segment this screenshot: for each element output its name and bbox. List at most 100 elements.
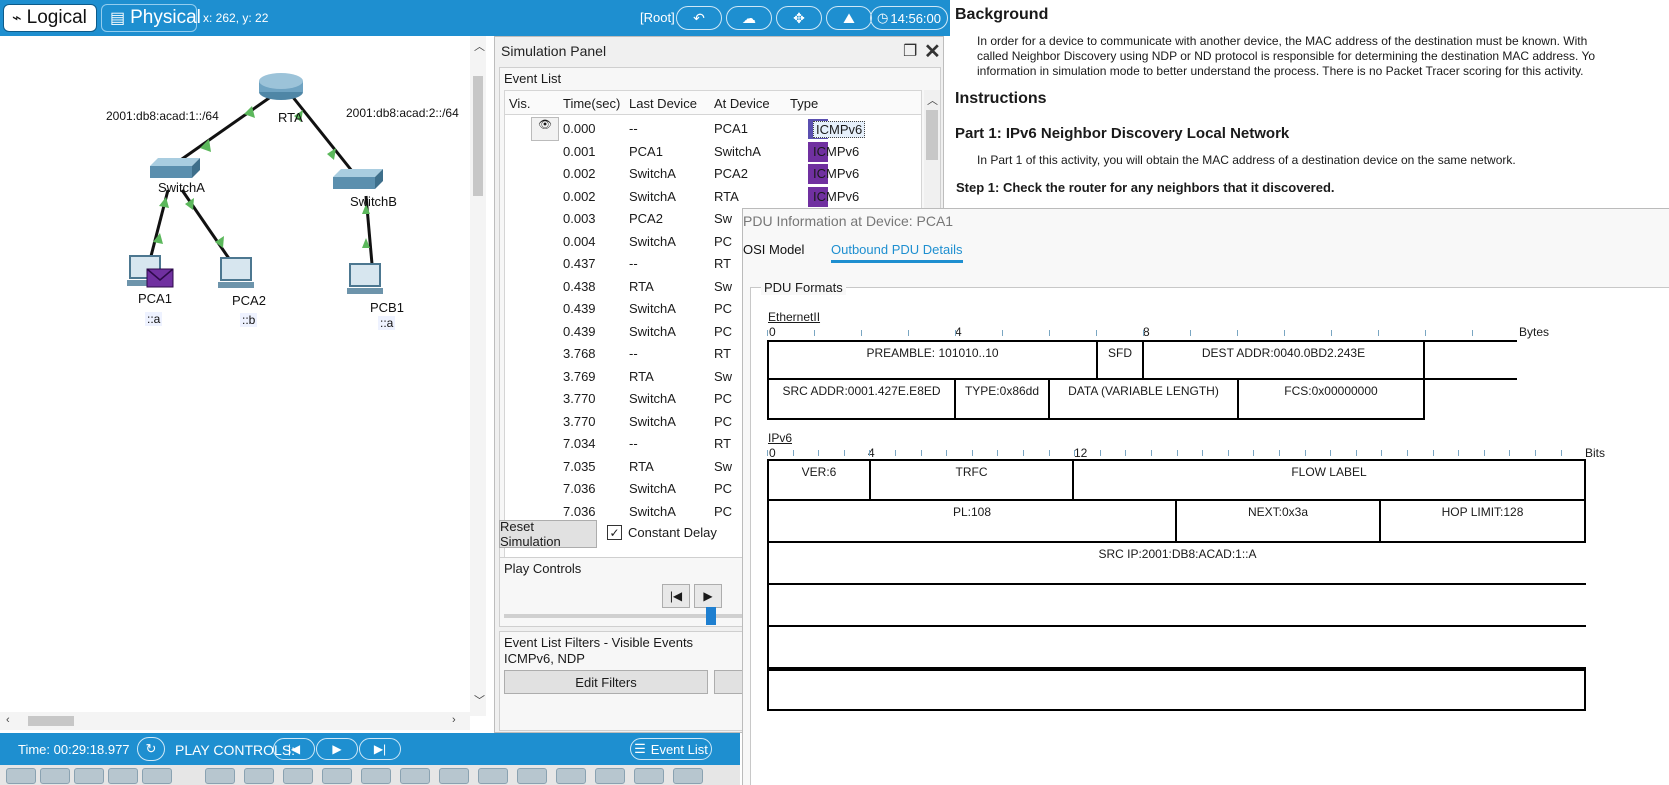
scroll-thumb[interactable]: [926, 110, 938, 160]
device-label-switchb[interactable]: SwitchB: [350, 194, 397, 209]
cluster-button[interactable]: ☁: [726, 6, 772, 30]
ruler-tick: [1227, 450, 1229, 456]
device-label-switcha[interactable]: SwitchA: [158, 180, 205, 195]
sim-clock[interactable]: ◷ 14:56:00: [870, 6, 948, 30]
col-header-vis[interactable]: Vis.: [509, 96, 530, 111]
scroll-thumb[interactable]: [473, 76, 483, 196]
device-thumb[interactable]: [108, 768, 138, 784]
tab-outbound-pdu-details[interactable]: Outbound PDU Details: [831, 242, 963, 263]
event-at-device: PC: [714, 391, 733, 406]
show-all-none-button[interactable]: [714, 670, 744, 694]
event-at-device: PC: [714, 481, 733, 496]
device-thumb[interactable]: [74, 768, 104, 784]
event-row[interactable]: 0.002 SwitchA PCA2 ICMPv6: [505, 162, 921, 186]
device-thumb[interactable]: [478, 768, 508, 784]
device-thumb[interactable]: [439, 768, 469, 784]
scroll-up-icon[interactable]: ︿: [474, 38, 485, 54]
col-header-at-device[interactable]: At Device: [714, 96, 770, 111]
power-cycle-button[interactable]: ↻: [137, 737, 165, 761]
field-type: TYPE:0x86dd: [954, 380, 1050, 420]
back-step-button[interactable]: |◀: [273, 738, 315, 760]
event-row[interactable]: 0.002 SwitchA RTA ICMPv6: [505, 185, 921, 209]
scroll-down-icon[interactable]: ﹀: [474, 692, 485, 708]
constant-delay-checkbox[interactable]: ✓ Constant Delay: [607, 525, 717, 540]
device-thumb[interactable]: [634, 768, 664, 784]
device-label-pcb1[interactable]: PCB1: [370, 300, 404, 315]
device-thumb[interactable]: [205, 768, 235, 784]
event-row[interactable]: 👁 0.000 -- PCA1 ICMPv6: [505, 117, 921, 141]
col-header-type[interactable]: Type: [790, 96, 818, 111]
device-thumb[interactable]: [556, 768, 586, 784]
instructions-heading: Instructions: [955, 90, 1047, 107]
filters-value: ICMPv6, NDP: [504, 651, 585, 666]
edit-filters-button[interactable]: Edit Filters: [504, 670, 708, 694]
device-thumb[interactable]: [322, 768, 352, 784]
col-header-last-device[interactable]: Last Device: [629, 96, 697, 111]
skip-back-icon: |◀: [287, 742, 301, 756]
scroll-thumb[interactable]: [28, 716, 74, 726]
device-thumb[interactable]: [361, 768, 391, 784]
tab-logical[interactable]: ⌁ Logical: [3, 4, 97, 32]
topology-canvas[interactable]: 2001:db8:acad:1::/64 2001:db8:acad:2::/6…: [0, 36, 470, 716]
device-thumb[interactable]: [40, 768, 70, 784]
pdu-info-window: PDU Information at Device: PCA1 OSI Mode…: [742, 208, 1669, 785]
workspace-horizontal-scrollbar[interactable]: ‹ ›: [0, 712, 470, 730]
ruler-tick: [1432, 450, 1434, 456]
play-step-button[interactable]: ▶: [694, 584, 722, 608]
ruler-tick: [1151, 450, 1152, 456]
event-time: 0.001: [563, 143, 596, 159]
event-last-device: --: [629, 346, 638, 361]
tab-physical[interactable]: ▤ Physical: [101, 4, 201, 32]
back-button[interactable]: ↶: [676, 6, 722, 30]
event-time: 7.036: [563, 481, 596, 496]
event-at-device: PCA2: [714, 166, 748, 181]
background-image-button[interactable]: ⛰: [826, 6, 872, 30]
ruler-tick: [1378, 330, 1379, 336]
slider-thumb[interactable]: [706, 607, 716, 625]
event-type: ICMPv6: [813, 143, 860, 159]
scroll-left-icon[interactable]: ‹: [6, 714, 10, 726]
event-row[interactable]: 0.001 PCA1 SwitchA ICMPv6: [505, 140, 921, 164]
device-thumb[interactable]: [673, 768, 703, 784]
ruler-tick: [971, 450, 973, 456]
device-thumb[interactable]: [244, 768, 274, 784]
scroll-up-icon[interactable]: ︿: [927, 92, 938, 108]
device-label-pca1[interactable]: PCA1: [138, 291, 172, 306]
event-last-device: PCA2: [629, 211, 663, 226]
step-back-button[interactable]: |◀: [662, 584, 690, 608]
device-thumb[interactable]: [517, 768, 547, 784]
event-time: 7.036: [563, 503, 596, 519]
eye-icon[interactable]: 👁: [531, 117, 559, 141]
device-label-pca2[interactable]: PCA2: [232, 293, 266, 308]
device-thumb[interactable]: [142, 768, 172, 784]
col-header-time[interactable]: Time(sec): [563, 96, 620, 111]
workspace-toolbar: ⌁ Logical ▤ Physical x: 262, y: 22 [Root…: [0, 0, 950, 36]
event-list-toggle[interactable]: ☰ Event List: [630, 738, 712, 760]
ruler-tick: [1253, 450, 1255, 456]
device-thumb[interactable]: [595, 768, 625, 784]
event-list-label: Event List: [504, 71, 562, 86]
event-time: 0.437: [563, 256, 596, 271]
workspace-vertical-scrollbar[interactable]: ︿ ﹀: [470, 36, 486, 716]
ruler-tick: [1190, 330, 1191, 336]
restore-icon[interactable]: ❐: [903, 41, 917, 61]
event-at-device: Sw: [714, 278, 733, 294]
checkbox-checked-icon[interactable]: ✓: [607, 525, 622, 540]
play-button[interactable]: ▶: [316, 738, 358, 760]
device-thumb[interactable]: [283, 768, 313, 784]
event-last-device: SwitchA: [629, 503, 676, 519]
scale-unit: Bytes: [1519, 325, 1550, 339]
scroll-right-icon[interactable]: ›: [452, 714, 456, 726]
forward-step-button[interactable]: ▶|: [359, 738, 401, 760]
pdu-window-title: PDU Information at Device: PCA1: [743, 213, 954, 229]
ruler-tick: [1458, 450, 1460, 456]
close-icon[interactable]: ✕: [924, 39, 941, 64]
move-button[interactable]: ✥: [776, 6, 822, 30]
device-thumb[interactable]: [6, 768, 36, 784]
device-thumb[interactable]: [400, 768, 430, 784]
root-label[interactable]: [Root]: [640, 10, 675, 25]
ruler-tick: [792, 450, 794, 456]
tab-osi-model[interactable]: OSI Model: [743, 242, 804, 257]
reset-simulation-button[interactable]: Reset Simulation: [499, 519, 597, 549]
device-label-rta[interactable]: RTA: [278, 110, 303, 125]
